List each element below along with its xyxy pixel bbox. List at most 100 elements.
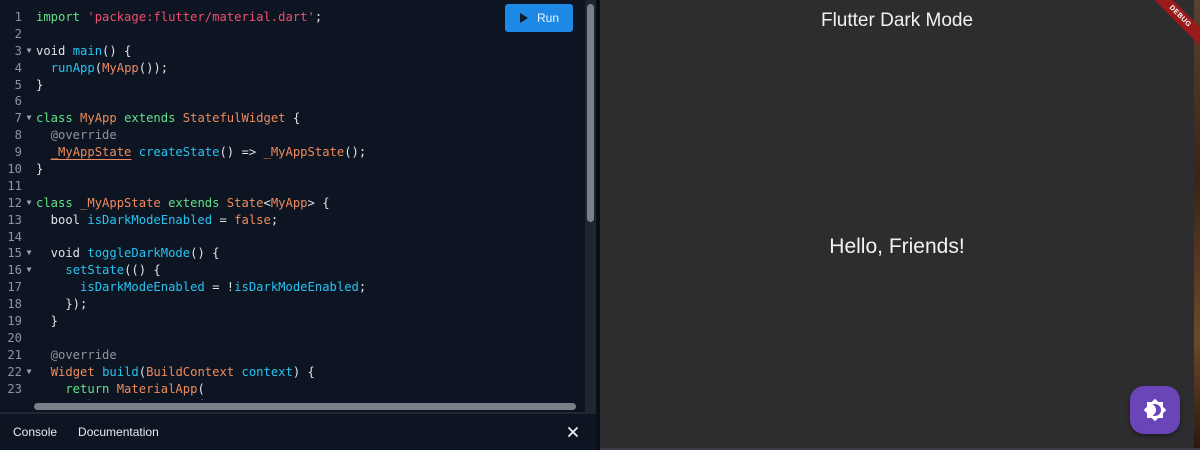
code-area[interactable]: 1 import 'package:flutter/material.dart';… bbox=[0, 0, 585, 400]
code-line[interactable]: 21 @override bbox=[0, 347, 585, 364]
fold-toggle-icon bbox=[22, 296, 36, 313]
code-line[interactable]: 2 bbox=[0, 26, 585, 43]
line-number: 4 bbox=[14, 60, 22, 75]
line-number: 11 bbox=[7, 178, 22, 193]
fold-toggle-icon bbox=[22, 347, 36, 364]
line-number: 14 bbox=[7, 229, 22, 244]
fold-toggle-icon bbox=[22, 60, 36, 77]
code-token: { bbox=[285, 111, 301, 126]
code-text: setState(() { bbox=[36, 262, 160, 279]
horizontal-scrollbar-thumb[interactable] bbox=[34, 403, 576, 410]
code-token: @override bbox=[36, 347, 117, 362]
code-token: : bbox=[117, 398, 132, 400]
line-number: 7 bbox=[14, 111, 22, 126]
code-token: < bbox=[263, 195, 271, 210]
close-icon[interactable] bbox=[564, 423, 582, 441]
code-token: Widget bbox=[50, 364, 103, 379]
line-number: 2 bbox=[14, 26, 22, 41]
code-line[interactable]: 7 ▼ class MyApp extends StatefulWidget { bbox=[0, 110, 585, 127]
preview-right-edge bbox=[1194, 0, 1200, 450]
code-line[interactable]: 5} bbox=[0, 77, 585, 94]
code-text: runApp(MyApp()); bbox=[36, 60, 168, 77]
code-line[interactable]: 9 _MyAppState createState() => _MyAppSta… bbox=[0, 144, 585, 161]
code-text: bool isDarkModeEnabled = false; bbox=[36, 212, 279, 229]
code-token: }); bbox=[36, 297, 88, 312]
code-token: (); bbox=[344, 145, 367, 160]
console-bar: Console Documentation bbox=[0, 412, 596, 450]
code-line[interactable]: 24 theme: ThemeData( bbox=[0, 397, 585, 400]
fold-toggle-icon[interactable]: ▼ bbox=[22, 195, 36, 212]
code-line[interactable]: 3 ▼ void main() { bbox=[0, 43, 585, 60]
fold-toggle-icon bbox=[22, 178, 36, 195]
code-token: > { bbox=[307, 195, 330, 210]
code-line[interactable]: 8 @override bbox=[0, 127, 585, 144]
code-line[interactable]: 10} bbox=[0, 161, 585, 178]
code-line[interactable]: 14 bbox=[0, 229, 585, 246]
code-text: class _MyAppState extends State<MyApp> { bbox=[36, 195, 330, 212]
code-editor[interactable]: 1 import 'package:flutter/material.dart';… bbox=[0, 0, 596, 412]
code-token: = bbox=[212, 212, 235, 227]
code-text: return MaterialApp( bbox=[36, 381, 204, 398]
app-bar-title: Flutter Dark Mode bbox=[820, 10, 974, 31]
code-token: ( bbox=[138, 364, 147, 379]
code-line[interactable]: 20 bbox=[0, 330, 585, 347]
code-token: _MyAppState bbox=[263, 145, 345, 160]
fold-toggle-icon[interactable]: ▼ bbox=[22, 110, 36, 127]
code-token: isDarkModeEnabled bbox=[80, 280, 205, 295]
code-line[interactable]: 15 ▼ void toggleDarkMode() { bbox=[0, 245, 585, 262]
fold-toggle-icon[interactable]: ▼ bbox=[22, 43, 36, 60]
code-line[interactable]: 12 ▼ class _MyAppState extends State<MyApp… bbox=[0, 195, 585, 212]
code-text: import 'package:flutter/material.dart'; bbox=[36, 9, 322, 26]
fold-toggle-icon[interactable]: ▼ bbox=[22, 245, 36, 262]
line-number: 20 bbox=[7, 330, 22, 345]
code-line[interactable]: 1 import 'package:flutter/material.dart'; bbox=[0, 9, 585, 26]
code-line[interactable]: 18 }); bbox=[0, 296, 585, 313]
code-line[interactable]: 22 ▼ Widget build(BuildContext context) { bbox=[0, 364, 585, 381]
code-token: = ! bbox=[204, 280, 235, 295]
code-token: MaterialApp bbox=[116, 381, 198, 396]
fold-toggle-icon[interactable]: ▼ bbox=[22, 364, 36, 381]
code-line[interactable]: 11 bbox=[0, 178, 585, 195]
line-number: 3 bbox=[14, 43, 22, 58]
code-token: ; bbox=[314, 10, 323, 24]
code-line[interactable]: 4 runApp(MyApp()); bbox=[0, 60, 585, 77]
code-token: class bbox=[36, 111, 81, 126]
code-text: } bbox=[36, 313, 58, 330]
code-text: class MyApp extends StatefulWidget { bbox=[36, 110, 300, 127]
toggle-dark-mode-fab[interactable] bbox=[1130, 386, 1180, 434]
code-text: } bbox=[36, 161, 43, 178]
body-text: Hello, Friends! bbox=[829, 235, 965, 258]
run-button[interactable]: Run bbox=[505, 4, 573, 32]
code-text: void toggleDarkMode() { bbox=[36, 245, 220, 262]
code-token: MyApp bbox=[80, 111, 125, 126]
code-token: void bbox=[36, 246, 88, 261]
code-token: ; bbox=[358, 280, 367, 295]
code-line[interactable]: 17 isDarkModeEnabled = !isDarkModeEnable… bbox=[0, 279, 585, 296]
line-number: 19 bbox=[7, 314, 22, 329]
code-text: } bbox=[36, 77, 43, 94]
code-token: 'package:flutter/material.dart' bbox=[87, 10, 315, 24]
fold-toggle-icon[interactable]: ▼ bbox=[22, 262, 36, 279]
code-line[interactable]: 16 ▼ setState(() { bbox=[0, 262, 585, 279]
fold-toggle-icon bbox=[22, 93, 36, 110]
code-token: StatefulWidget bbox=[182, 111, 286, 126]
code-token: ThemeData bbox=[131, 398, 197, 400]
code-line[interactable]: 19 } bbox=[0, 313, 585, 330]
fold-toggle-icon bbox=[22, 229, 36, 246]
line-number: 6 bbox=[14, 94, 22, 109]
run-button-label: Run bbox=[536, 11, 559, 25]
code-token: @override bbox=[36, 128, 117, 143]
code-line[interactable]: 6 bbox=[0, 93, 585, 110]
vertical-scrollbar-thumb[interactable] bbox=[587, 4, 594, 222]
code-token: _MyAppState bbox=[80, 195, 169, 210]
code-token: bool bbox=[36, 212, 88, 227]
tab-documentation[interactable]: Documentation bbox=[78, 425, 159, 439]
code-line[interactable]: 23 return MaterialApp( bbox=[0, 381, 585, 398]
tab-console[interactable]: Console bbox=[13, 425, 57, 439]
code-line[interactable]: 13 bool isDarkModeEnabled = false; bbox=[0, 212, 585, 229]
code-token: build bbox=[102, 364, 139, 379]
